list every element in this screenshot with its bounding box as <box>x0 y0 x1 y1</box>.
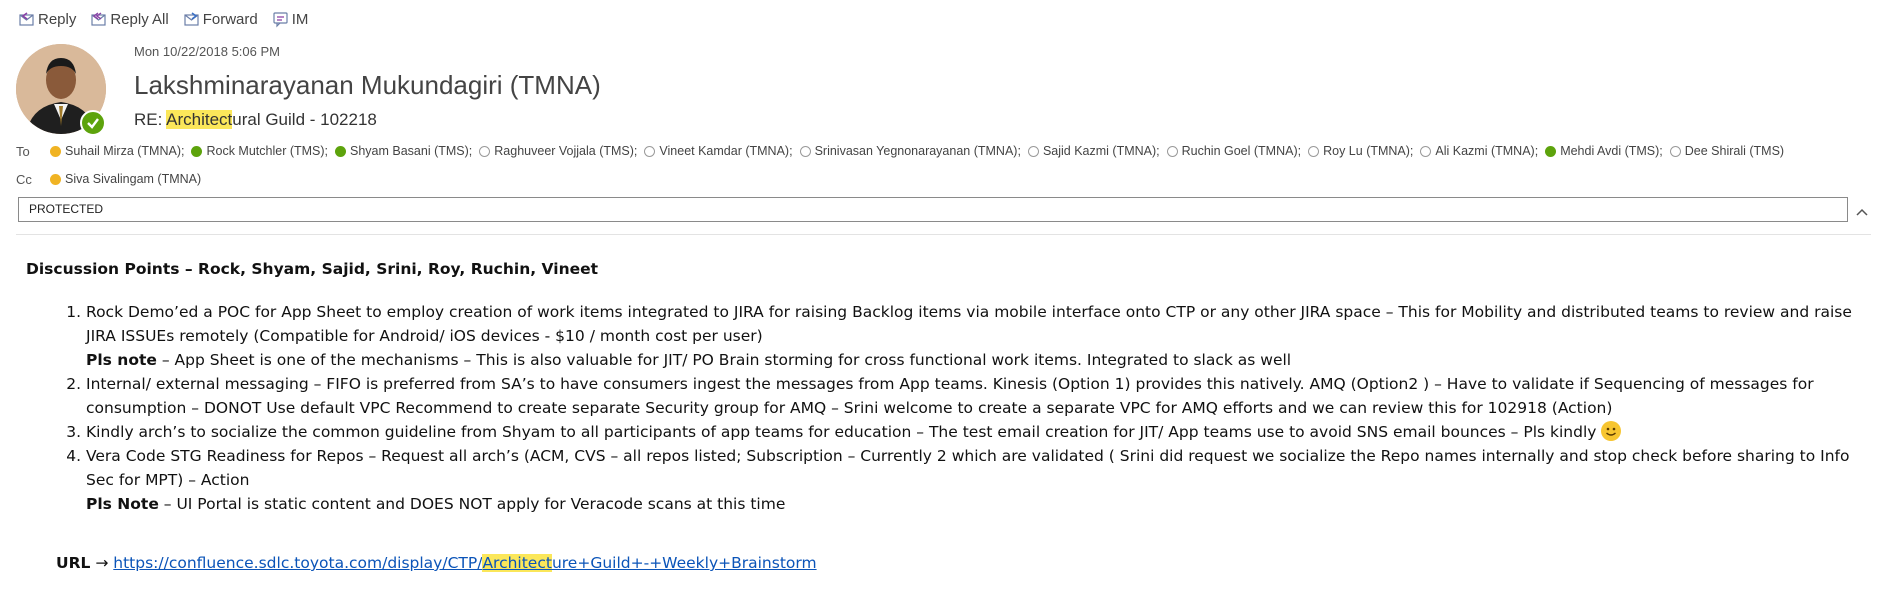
recipient-name: Ali Kazmi (TMNA); <box>1435 144 1539 158</box>
recipient-name: Dee Shirali (TMS) <box>1684 144 1785 158</box>
forward-label: Forward <box>202 10 258 28</box>
presence-away-icon <box>50 173 61 185</box>
recipient-to-8[interactable]: Roy Lu (TMNA); <box>1308 144 1413 158</box>
list-item: Rock Demo’ed a POC for App Sheet to empl… <box>86 300 1856 372</box>
reply-all-label: Reply All <box>110 10 169 28</box>
recipient-name: Mehdi Avdi (TMS); <box>1560 144 1663 158</box>
recipient-name: Srinivasan Yegnonarayanan (TMNA); <box>814 144 1021 158</box>
recipient-name: Vineet Kamdar (TMNA); <box>659 144 793 158</box>
reply-button[interactable]: Reply <box>18 10 76 28</box>
presence-available-icon <box>1545 145 1557 157</box>
recipient-name: Ruchin Goel (TMNA); <box>1181 144 1302 158</box>
recipient-to-2[interactable]: Shyam Basani (TMS); <box>335 144 472 158</box>
reply-all-icon <box>91 12 106 26</box>
chevron-up-icon <box>1856 208 1868 216</box>
message-body: Discussion Points – Rock, Shyam, Sajid, … <box>26 260 1856 572</box>
forward-icon <box>184 12 199 26</box>
subject-line: RE: Architectural Guild - 102218 <box>134 110 377 130</box>
list-item: Internal/ external messaging – FIFO is p… <box>86 372 1856 420</box>
note-label: Pls Note <box>86 495 159 513</box>
recipient-to-1[interactable]: Rock Mutchler (TMS); <box>191 144 328 158</box>
confluence-link[interactable]: https://confluence.sdlc.toyota.com/displ… <box>113 554 817 572</box>
sent-date: Mon 10/22/2018 5:06 PM <box>134 44 280 59</box>
subject-highlight: Architect <box>166 110 233 129</box>
item-text: Kindly arch’s to socialize the common gu… <box>86 423 1597 441</box>
note-text: – App Sheet is one of the mechanisms – T… <box>156 351 1292 369</box>
recipient-to-4[interactable]: Vineet Kamdar (TMNA); <box>644 144 793 158</box>
presence-offline-icon <box>799 145 811 157</box>
sender-presence-icon <box>80 110 106 136</box>
presence-offline-icon <box>1669 145 1681 157</box>
to-recipient-list: Suhail Mirza (TMNA); Rock Mutchler (TMS);… <box>50 144 1791 160</box>
recipient-name: Roy Lu (TMNA); <box>1323 144 1414 158</box>
presence-offline-icon <box>1166 145 1178 157</box>
im-button[interactable]: IM <box>272 10 309 28</box>
cc-recipient-list: Siva Sivalingam (TMNA) <box>50 172 208 188</box>
presence-offline-icon <box>1308 145 1320 157</box>
url-line: URL → https://confluence.sdlc.toyota.com… <box>26 554 1856 572</box>
discussion-heading: Discussion Points – Rock, Shyam, Sajid, … <box>26 260 599 278</box>
recipient-to-3[interactable]: Raghuveer Vojjala (TMS); <box>479 144 637 158</box>
im-label: IM <box>291 10 309 28</box>
note-text: – UI Portal is static content and DOES N… <box>158 495 786 513</box>
presence-available-icon <box>191 145 203 157</box>
to-row: To Suhail Mirza (TMNA); Rock Mutchler (TM… <box>16 144 1791 160</box>
recipient-to-10[interactable]: Mehdi Avdi (TMS); <box>1545 144 1663 158</box>
recipient-to-0[interactable]: Suhail Mirza (TMNA); <box>50 144 184 158</box>
arrow-right-icon: → <box>95 554 109 572</box>
list-item: Kindly arch’s to socialize the common gu… <box>86 420 1856 444</box>
item-text: Rock Demo’ed a POC for App Sheet to empl… <box>86 303 1852 345</box>
recipient-to-6[interactable]: Sajid Kazmi (TMNA); <box>1027 144 1160 158</box>
recipient-name: Shyam Basani (TMS); <box>350 144 473 158</box>
reply-icon <box>19 12 34 26</box>
discussion-list: Rock Demo’ed a POC for App Sheet to empl… <box>26 300 1856 516</box>
url-rest: ure+Guild+-+Weekly+Brainstorm <box>551 554 817 572</box>
item-text: Vera Code STG Readiness for Repos – Requ… <box>86 447 1850 489</box>
subject-rest: ural Guild - 102218 <box>232 110 377 129</box>
recipient-name: Raghuveer Vojjala (TMS); <box>494 144 638 158</box>
sender-name[interactable]: Lakshminarayanan Mukundagiri (TMNA) <box>134 70 601 101</box>
recipient-name: Suhail Mirza (TMNA); <box>65 144 185 158</box>
item-text: Internal/ external messaging – FIFO is p… <box>86 375 1814 417</box>
recipient-to-9[interactable]: Ali Kazmi (TMNA); <box>1420 144 1538 158</box>
url-prefix: https://confluence.sdlc.toyota.com/displ… <box>113 554 483 572</box>
presence-offline-icon <box>644 145 656 157</box>
presence-away-icon <box>50 145 61 157</box>
classification-bar: PROTECTED <box>18 197 1848 222</box>
smiley-icon <box>1601 421 1622 441</box>
subject-prefix: RE: <box>134 110 167 129</box>
recipient-to-11[interactable]: Dee Shirali (TMS) <box>1669 144 1785 158</box>
recipient-name: Sajid Kazmi (TMNA); <box>1042 144 1160 158</box>
presence-available-icon <box>335 145 347 157</box>
forward-button[interactable]: Forward <box>183 10 258 28</box>
header-divider <box>16 234 1871 235</box>
reply-all-button[interactable]: Reply All <box>90 10 169 28</box>
recipient-name: Siva Sivalingam (TMNA) <box>65 172 202 186</box>
cc-row: Cc Siva Sivalingam (TMNA) <box>16 172 208 188</box>
collapse-header-button[interactable] <box>1855 205 1869 219</box>
url-highlight: Architect <box>482 554 552 572</box>
reply-label: Reply <box>38 10 77 28</box>
presence-offline-icon <box>1027 145 1039 157</box>
recipient-name: Rock Mutchler (TMS); <box>206 144 329 158</box>
recipient-cc-0[interactable]: Siva Sivalingam (TMNA) <box>50 172 201 186</box>
cc-label: Cc <box>16 172 32 188</box>
presence-offline-icon <box>479 145 491 157</box>
message-toolbar: Reply Reply All Forward IM <box>18 10 322 28</box>
url-label: URL <box>56 554 91 572</box>
chat-bubble-icon <box>273 12 288 28</box>
note-label: Pls note <box>86 351 157 369</box>
recipient-to-5[interactable]: Srinivasan Yegnonarayanan (TMNA); <box>799 144 1021 158</box>
to-label: To <box>16 144 30 160</box>
recipient-to-7[interactable]: Ruchin Goel (TMNA); <box>1166 144 1302 158</box>
list-item: Vera Code STG Readiness for Repos – Requ… <box>86 444 1856 516</box>
presence-offline-icon <box>1420 145 1432 157</box>
